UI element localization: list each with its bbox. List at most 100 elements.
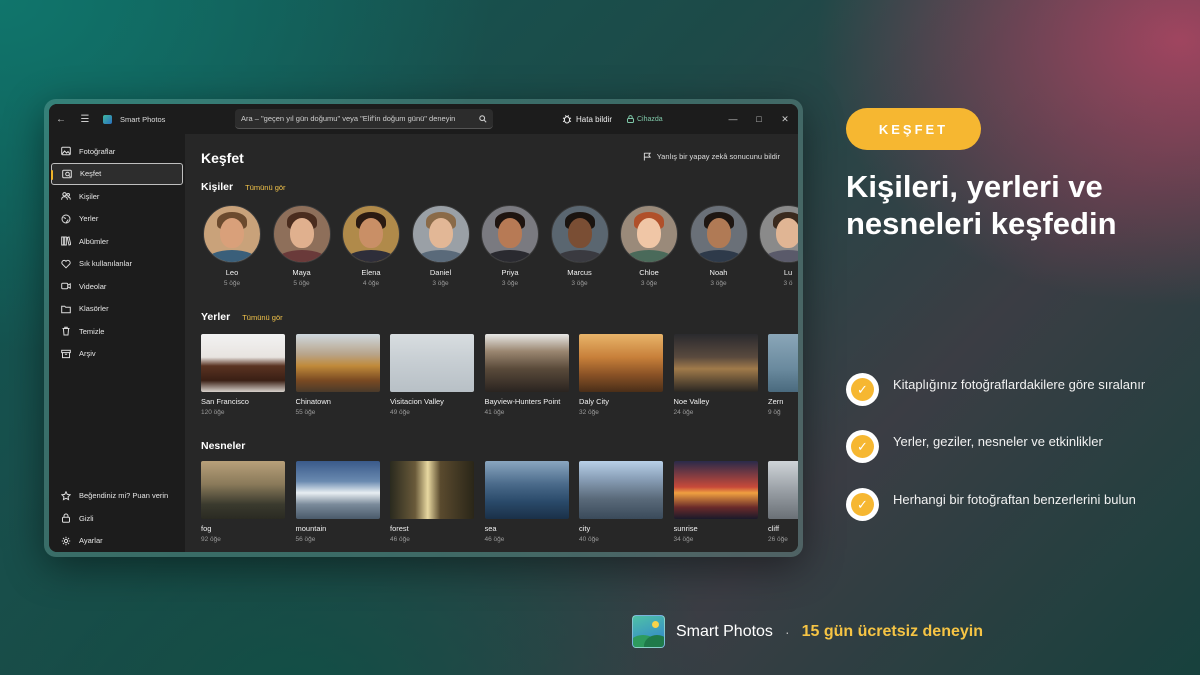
sidebar-item-favorites[interactable]: Sık kullanılanlar bbox=[51, 253, 183, 276]
tile[interactable]: Daly City 32 öğe bbox=[579, 334, 663, 416]
trial-cta[interactable]: 15 gün ücretsiz deneyin bbox=[802, 623, 983, 641]
person-card[interactable]: Lu 3 ö bbox=[753, 205, 798, 287]
tile-count: 34 öğe bbox=[673, 536, 694, 543]
person-card[interactable]: Noah 3 öğe bbox=[684, 205, 754, 287]
tile-count: 56 öğe bbox=[295, 536, 316, 543]
sidebar-item-settings[interactable]: Ayarlar bbox=[51, 530, 183, 553]
tile[interactable]: sunrise 34 öğe bbox=[673, 461, 758, 543]
avatar[interactable] bbox=[689, 205, 748, 263]
report-bug-button[interactable]: Hata bildir bbox=[562, 104, 612, 134]
album-icon bbox=[61, 236, 71, 246]
main-content: Keşfet Yanlış bir yapay zekâ sonucunu bi… bbox=[185, 134, 798, 552]
hamburger-menu-icon[interactable]: ☰ bbox=[73, 104, 97, 134]
thumbnail[interactable] bbox=[579, 461, 663, 519]
thumbnail[interactable] bbox=[201, 461, 285, 519]
ai-report-button[interactable]: Yanlış bir yapay zekâ sonucunu bildir bbox=[643, 152, 780, 161]
thumbnail[interactable] bbox=[484, 461, 569, 519]
search-icon[interactable] bbox=[479, 114, 487, 123]
search-input[interactable]: Ara – "geçen yıl gün doğumu" veya "Elif'… bbox=[235, 109, 493, 129]
sidebar-item-videos[interactable]: Videolar bbox=[51, 275, 183, 298]
person-count: 5 öğe bbox=[223, 280, 241, 287]
back-arrow-icon[interactable]: ← bbox=[49, 104, 73, 134]
person-name: Chloe bbox=[639, 268, 659, 277]
sidebar-item-label: Temizle bbox=[79, 326, 105, 336]
sidebar-item-rate[interactable]: Beğendiniz mi? Puan verin bbox=[51, 485, 183, 508]
person-card[interactable]: Leo 5 öğe bbox=[197, 205, 267, 287]
thumbnail[interactable] bbox=[768, 334, 798, 392]
feature-item: ✓ Yerler, geziler, nesneler ve etkinlikl… bbox=[846, 430, 1146, 463]
sidebar-item-places[interactable]: Yerler bbox=[51, 208, 183, 231]
avatar[interactable] bbox=[203, 205, 261, 263]
thumbnail[interactable] bbox=[484, 334, 569, 392]
report-bug-label: Hata bildir bbox=[576, 114, 613, 124]
avatar[interactable] bbox=[481, 205, 539, 263]
video-icon bbox=[61, 281, 71, 291]
thumbnail[interactable] bbox=[579, 334, 663, 392]
avatar[interactable] bbox=[411, 205, 470, 263]
tile[interactable]: fog 92 öğe bbox=[201, 461, 285, 543]
tile[interactable]: sea 46 öğe bbox=[484, 461, 569, 543]
tile[interactable]: Noe Valley 24 öğe bbox=[673, 334, 758, 416]
sidebar-item-albums[interactable]: Albümler bbox=[51, 230, 183, 253]
app-logo-icon bbox=[632, 615, 665, 648]
thumbnail[interactable] bbox=[768, 461, 798, 519]
separator: · bbox=[784, 623, 790, 640]
avatar[interactable] bbox=[759, 205, 798, 263]
avatar-face bbox=[637, 218, 661, 248]
tile[interactable]: Chinatown 55 öğe bbox=[295, 334, 380, 416]
thumbnail[interactable] bbox=[295, 461, 380, 519]
person-card[interactable]: Priya 3 öğe bbox=[475, 205, 545, 287]
sidebar-item-archive[interactable]: Arşiv bbox=[51, 343, 183, 366]
sidebar-item-label: Keşfet bbox=[80, 169, 102, 179]
person-name: Elena bbox=[361, 268, 381, 277]
maximize-icon[interactable]: □ bbox=[746, 104, 772, 134]
feature-text: Kitaplığınız fotoğraflardakilere göre sı… bbox=[893, 377, 1146, 392]
sidebar-item-explore[interactable]: Keşfet bbox=[51, 162, 183, 185]
avatar[interactable] bbox=[620, 205, 678, 263]
sidebar-item-clean[interactable]: Temizle bbox=[51, 320, 183, 343]
person-name: Marcus bbox=[567, 268, 592, 277]
sidebar: Fotoğraflar Keşfet Kişiler Yerler Albüml… bbox=[49, 134, 185, 552]
avatar[interactable] bbox=[550, 205, 609, 263]
tile[interactable]: forest 46 öğe bbox=[390, 461, 474, 543]
avatar-shoulders bbox=[623, 250, 675, 262]
places-see-all-link[interactable]: Tümünü gör bbox=[242, 313, 282, 322]
thumbnail[interactable] bbox=[295, 334, 380, 392]
person-card[interactable]: Maya 5 öğe bbox=[267, 205, 337, 287]
thumbnail[interactable] bbox=[673, 461, 758, 519]
minimize-icon[interactable]: — bbox=[720, 104, 746, 134]
tile[interactable]: Bayview-Hunters Point 41 öğe bbox=[484, 334, 569, 416]
people-see-all-link[interactable]: Tümünü gör bbox=[245, 183, 285, 192]
sidebar-item-hidden[interactable]: Gizli bbox=[51, 507, 183, 530]
avatar-shoulders bbox=[345, 250, 397, 262]
tile-count: 92 öğe bbox=[201, 536, 221, 543]
search-placeholder: Ara – "geçen yıl gün doğumu" veya "Elif'… bbox=[241, 114, 456, 123]
avatar-shoulders bbox=[414, 250, 467, 262]
close-icon[interactable]: ✕ bbox=[772, 104, 798, 134]
thumbnail[interactable] bbox=[673, 334, 758, 392]
tile-name: cliff bbox=[768, 524, 780, 533]
tile[interactable]: Visitacion Valley 49 öğe bbox=[390, 334, 474, 416]
thumbnail[interactable] bbox=[390, 334, 474, 392]
person-card[interactable]: Marcus 3 öğe bbox=[545, 205, 615, 287]
person-card[interactable]: Chloe 3 öğe bbox=[614, 205, 684, 287]
avatar[interactable] bbox=[272, 205, 331, 263]
sidebar-item-folders[interactable]: Klasörler bbox=[51, 298, 183, 321]
device-status[interactable]: Cihazda bbox=[627, 104, 663, 134]
thumbnail[interactable] bbox=[390, 461, 474, 519]
tile[interactable]: city 40 öğe bbox=[579, 461, 663, 543]
sidebar-item-people[interactable]: Kişiler bbox=[51, 185, 183, 208]
thumbnail[interactable] bbox=[201, 334, 285, 392]
person-card[interactable]: Elena 4 öğe bbox=[336, 205, 406, 287]
tile[interactable]: San Francisco 120 öğe bbox=[201, 334, 285, 416]
sidebar-item-photos[interactable]: Fotoğraflar bbox=[51, 140, 183, 163]
tile-name: Visitacion Valley bbox=[390, 397, 444, 406]
avatar[interactable] bbox=[342, 205, 400, 263]
tile[interactable]: mountain 56 öğe bbox=[295, 461, 380, 543]
tile-count: 24 öğe bbox=[673, 409, 694, 416]
person-card[interactable]: Daniel 3 öğe bbox=[406, 205, 476, 287]
trash-icon bbox=[61, 326, 71, 336]
tile[interactable]: cliff 26 öğe bbox=[768, 461, 798, 543]
tile-name: Chinatown bbox=[295, 397, 331, 406]
tile[interactable]: Zern 9 öğ bbox=[768, 334, 798, 416]
